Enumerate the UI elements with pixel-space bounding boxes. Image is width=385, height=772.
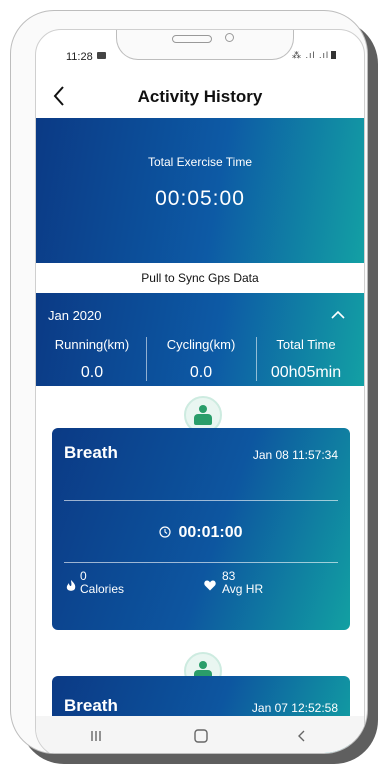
stat-cycling-value: 0.0 bbox=[189, 364, 213, 381]
activity-date: Jan 08 11:57:34 bbox=[252, 448, 338, 462]
activity-card[interactable]: Breath Jan 08 11:57:34 00:01:00 0 Calori… bbox=[52, 428, 350, 630]
phone-frame: 11:28 ⁂ .ıl .ıl Activity History Total E… bbox=[10, 10, 368, 754]
stat-total-time: Total Time 00h05min bbox=[256, 337, 356, 382]
total-exercise-value: 00:05:00 bbox=[155, 187, 245, 210]
calories-label: Calories bbox=[80, 582, 125, 596]
sync-hint: Pull to Sync Gps Data bbox=[36, 263, 364, 293]
status-time: 11:28 bbox=[66, 51, 93, 63]
app-header: Activity History bbox=[36, 78, 364, 118]
activity-name: Breath bbox=[64, 696, 118, 715]
month-label: Jan 2020 bbox=[48, 308, 102, 323]
calories-metric: 0 Calories bbox=[66, 570, 125, 596]
battery-icon bbox=[331, 51, 336, 59]
activity-duration-value: 00:01:00 bbox=[178, 524, 243, 541]
stat-running-value: 0.0 bbox=[80, 364, 104, 381]
divider bbox=[146, 337, 147, 381]
recent-apps-button[interactable] bbox=[88, 728, 104, 747]
stat-total-time-value: 00h05min bbox=[270, 364, 342, 381]
flame-icon bbox=[66, 580, 76, 591]
chevron-up-svg bbox=[331, 310, 345, 319]
activity-duration: 00:01:00 bbox=[52, 524, 350, 542]
status-bar: 11:28 ⁂ .ıl .ıl bbox=[36, 30, 364, 70]
gallery-icon bbox=[97, 52, 106, 59]
heart-rate-metric: 83 Avg HR bbox=[204, 570, 264, 596]
signal-icons: ⁂ .ıl .ıl bbox=[292, 50, 336, 61]
screen: 11:28 ⁂ .ıl .ıl Activity History Total E… bbox=[35, 29, 365, 753]
heart-icon bbox=[204, 580, 216, 591]
stat-cycling-label: Cycling(km) bbox=[166, 337, 236, 352]
chevron-up-icon[interactable] bbox=[330, 308, 346, 322]
home-button[interactable] bbox=[192, 728, 210, 747]
month-summary-panel: Jan 2020 Running(km) 0.0 Cycling(km) 0.0… bbox=[36, 293, 364, 386]
total-exercise-panel: Total Exercise Time 00:05:00 bbox=[36, 118, 364, 263]
activity-name: Breath bbox=[64, 443, 118, 462]
meditation-head bbox=[199, 661, 207, 669]
divider bbox=[64, 562, 338, 563]
recent-apps-icon bbox=[91, 731, 101, 741]
home-icon bbox=[194, 729, 208, 743]
notch bbox=[116, 30, 294, 60]
stat-running: Running(km) 0.0 bbox=[42, 337, 142, 382]
hr-label: Avg HR bbox=[222, 582, 264, 596]
stat-cycling: Cycling(km) 0.0 bbox=[151, 337, 251, 382]
divider bbox=[64, 500, 338, 501]
back-icon bbox=[298, 730, 305, 742]
signal-icon: ⁂ .ıl .ıl bbox=[291, 50, 329, 60]
nav-back-button[interactable] bbox=[294, 728, 310, 747]
stat-running-label: Running(km) bbox=[54, 337, 130, 352]
activity-date: Jan 07 12:52:58 bbox=[251, 701, 338, 715]
meditation-body bbox=[194, 414, 212, 425]
total-exercise-label: Total Exercise Time bbox=[147, 155, 253, 169]
camera-icon bbox=[225, 33, 234, 42]
page-title: Activity History bbox=[137, 87, 263, 106]
activity-list: Breath Jan 08 11:57:34 00:01:00 0 Calori… bbox=[36, 386, 364, 753]
clock-icon bbox=[159, 526, 172, 538]
stat-total-time-label: Total Time bbox=[276, 337, 336, 352]
meditation-head bbox=[199, 405, 207, 413]
system-nav-bar bbox=[36, 716, 364, 753]
speaker-icon bbox=[172, 35, 212, 43]
